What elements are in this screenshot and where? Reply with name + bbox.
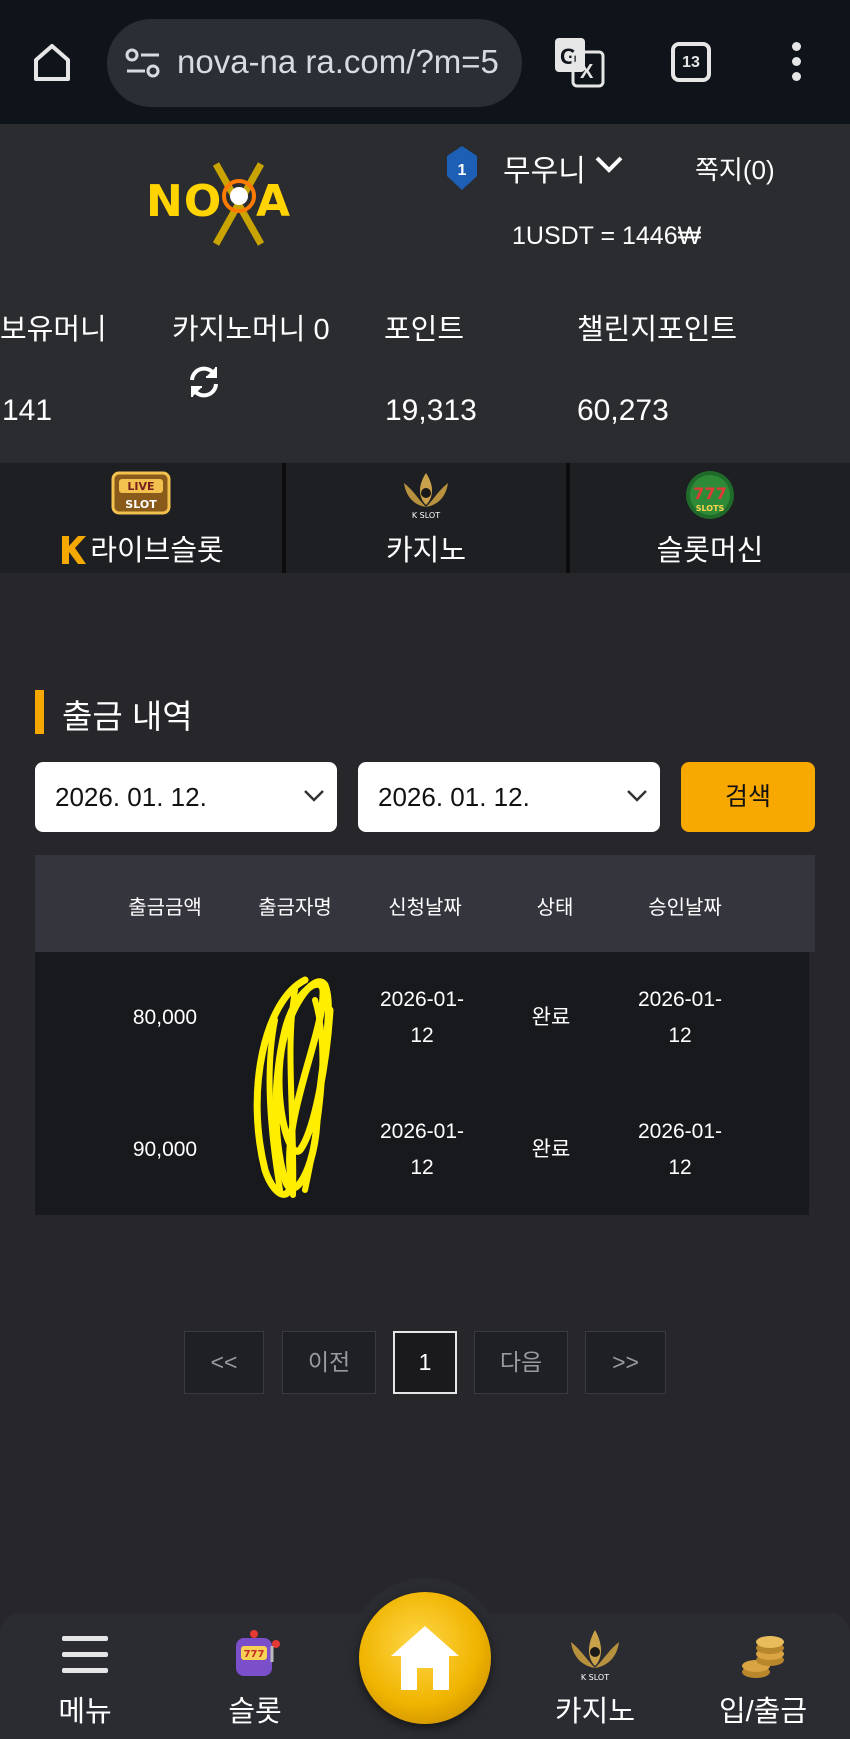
svg-text:777: 777: [244, 1649, 265, 1660]
section-accent-bar: [35, 690, 44, 734]
hamburger-icon: [62, 1636, 108, 1673]
svg-text:1: 1: [458, 162, 467, 179]
column-header: 승인날짜: [648, 897, 722, 919]
category-tabs: LIVE SLOT 라이브슬롯 K SLOT 카지노 777 SLOTS 슬롯머…: [0, 463, 850, 573]
slot-machine-icon: 777: [236, 1630, 280, 1676]
tab-slot-machine-label: 슬롯머신: [656, 535, 764, 567]
site-settings-icon[interactable]: [125, 47, 161, 79]
money-value: 141: [2, 394, 53, 427]
nav-deposit-withdraw[interactable]: 입/출금: [703, 1628, 823, 1728]
tab-slot-machine[interactable]: 777 SLOTS 슬롯머신: [570, 463, 850, 573]
chevron-down-icon[interactable]: [594, 154, 624, 176]
page-first-button[interactable]: <<: [184, 1331, 264, 1394]
casino-lotus-icon: K SLOT: [571, 1630, 619, 1682]
svg-text:SLOT: SLOT: [125, 498, 157, 511]
nav-casino[interactable]: K SLOT 카지노: [535, 1628, 655, 1728]
date-to-select[interactable]: 2026. 01. 12.: [358, 762, 660, 832]
svg-text:777: 777: [693, 484, 726, 503]
date-to-value: 2026. 01. 12.: [378, 782, 530, 812]
svg-text:NO: NO: [146, 176, 222, 227]
money-label: 보유머니: [0, 314, 107, 346]
column-header: 출금자명: [258, 897, 332, 919]
home-icon[interactable]: [28, 38, 76, 86]
home-button[interactable]: [359, 1592, 491, 1724]
search-button[interactable]: 검색: [681, 762, 815, 832]
page-prev-button[interactable]: 이전: [282, 1331, 376, 1394]
chevron-down-icon: [304, 790, 324, 802]
k-brand-icon: [62, 536, 87, 564]
nova-logo[interactable]: NO A: [146, 154, 316, 254]
home-icon: [391, 1626, 459, 1690]
section-title: 출금 내역: [62, 698, 193, 735]
challenge-point-label: 챌린지포인트: [577, 314, 738, 346]
point-value: 19,313: [385, 394, 477, 427]
tab-casino[interactable]: K SLOT 카지노: [286, 463, 566, 573]
username[interactable]: 무우니: [503, 146, 586, 190]
cell-request-date: 2026-01- 12: [379, 988, 465, 1047]
svg-text:SLOTS: SLOTS: [696, 504, 725, 513]
column-header: 출금금액: [128, 897, 202, 919]
address-bar[interactable]: nova-na ra.com/?m=5: [107, 19, 522, 107]
translate-icon[interactable]: G X: [553, 36, 605, 88]
challenge-point-value: 60,273: [577, 394, 669, 427]
date-from-select[interactable]: 2026. 01. 12.: [35, 762, 337, 832]
cell-request-date: 2026-01- 12: [379, 1120, 465, 1179]
cell-amount: 90,000: [132, 1138, 198, 1161]
redaction-scribble: [253, 976, 334, 1198]
site-header: NO A 1 무우니 쪽지(0) 1USDT = 1446₩ 보유머니 141 …: [0, 124, 850, 462]
table-header: 출금금액 출금자명 신청날짜 상태 승인날짜: [35, 855, 815, 952]
svg-text:X: X: [580, 61, 594, 83]
cell-approve-date: 2026-01- 12: [637, 988, 723, 1047]
cell-status: 완료: [531, 1138, 571, 1161]
exchange-rate: 1USDT = 1446₩: [512, 222, 702, 250]
tab-casino-label: 카지노: [385, 535, 467, 567]
refresh-icon[interactable]: [186, 364, 222, 400]
svg-text:K SLOT: K SLOT: [581, 1673, 609, 1682]
point-label: 포인트: [384, 314, 465, 346]
777-slots-icon: 777 SLOTS: [686, 471, 734, 519]
chevron-down-icon: [627, 790, 647, 802]
column-header: 신청날짜: [388, 897, 462, 919]
tab-live-slot[interactable]: LIVE SLOT 라이브슬롯: [0, 463, 282, 573]
nav-menu-label: 메뉴: [58, 1696, 112, 1728]
level-badge-icon: 1: [447, 146, 477, 190]
date-from-value: 2026. 01. 12.: [55, 782, 207, 812]
nav-casino-label: 카지노: [554, 1696, 636, 1728]
nav-slot-label: 슬롯: [228, 1696, 282, 1728]
nav-slot[interactable]: 777 슬롯: [195, 1628, 315, 1728]
svg-text:A: A: [256, 176, 290, 227]
svg-text:K SLOT: K SLOT: [412, 511, 440, 520]
page-next-button[interactable]: 다음: [474, 1331, 568, 1394]
cell-status: 완료: [531, 1006, 571, 1029]
cell-approve-date: 2026-01- 12: [637, 1120, 723, 1179]
nav-menu[interactable]: 메뉴: [25, 1628, 145, 1728]
coins-icon: [742, 1636, 784, 1678]
svg-text:G: G: [560, 44, 577, 69]
k-slot-lotus-icon: K SLOT: [404, 473, 448, 520]
cell-amount: 80,000: [132, 1006, 198, 1029]
table-body: 80,000 2026-01- 12 완료 2026-01- 12 90,000 2…: [35, 952, 809, 1215]
column-header: 상태: [536, 897, 574, 919]
page-last-button[interactable]: >>: [585, 1331, 666, 1394]
svg-text:LIVE: LIVE: [127, 480, 154, 493]
browser-toolbar: nova-na ra.com/?m=5 G X 13: [0, 0, 850, 124]
nav-deposit-withdraw-label: 입/출금: [718, 1696, 808, 1728]
tab-switcher-button[interactable]: 13: [671, 42, 711, 82]
url-text[interactable]: nova-na ra.com/?m=5: [177, 43, 513, 81]
live-slot-icon: LIVE SLOT: [111, 471, 171, 515]
messages-link[interactable]: 쪽지(0): [695, 150, 775, 187]
more-options-icon[interactable]: [784, 42, 808, 86]
tab-live-slot-label: 라이브슬롯: [90, 535, 224, 567]
casino-money-label: 카지노머니 0: [172, 314, 330, 346]
page-current-button[interactable]: 1: [393, 1331, 457, 1394]
